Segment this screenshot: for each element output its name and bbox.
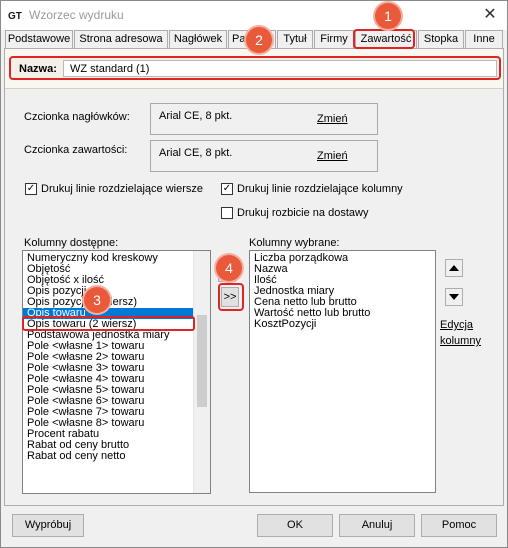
change-header-font-link[interactable]: Zmień: [317, 113, 348, 125]
preview-button[interactable]: Wypróbuj: [12, 514, 84, 537]
svg-text:GT: GT: [8, 11, 22, 22]
col-lines-checkbox[interactable]: ✓ Drukuj linie rozdzielające kolumny: [221, 183, 403, 195]
move-down-button[interactable]: [445, 288, 463, 306]
header-font-box: Arial CE, 8 pkt. Zmień: [150, 103, 378, 135]
row-lines-checkbox[interactable]: ✓ Drukuj linie rozdzielające wiersze: [25, 183, 203, 195]
available-columns-list[interactable]: Numeryczny kod kreskowy Objętość Objętoś…: [22, 250, 211, 494]
edit-columns-line1: Edycja: [440, 319, 474, 331]
tab-firmy[interactable]: Firmy: [314, 30, 354, 48]
header-font-value: Arial CE, 8 pkt.: [159, 110, 233, 122]
header-font-label: Czcionka nagłówków:: [24, 111, 130, 123]
tab-naglowek[interactable]: Nagłówek: [169, 30, 227, 48]
selected-columns-label: Kolumny wybrane:: [249, 237, 340, 249]
delivery-split-checkbox[interactable]: Drukuj rozbicie na dostawy: [221, 207, 368, 219]
name-band: Nazwa: WZ standard (1): [5, 49, 503, 89]
selected-items: Liczba porządkowa Nazwa Ilość Jednostka …: [250, 251, 435, 330]
unchecked-box-icon: [221, 207, 233, 219]
window-title: Wzorzec wydruku: [29, 8, 124, 22]
check-icon: ✓: [221, 183, 233, 195]
close-icon[interactable]: ✕: [479, 5, 501, 25]
tab-podstawowe[interactable]: Podstawowe: [5, 30, 73, 48]
tab-highlight-ring: [353, 29, 415, 49]
available-scrollbar[interactable]: [193, 251, 210, 493]
content-font-value: Arial CE, 8 pkt.: [159, 147, 233, 159]
tab-tytul[interactable]: Tytuł: [277, 30, 313, 48]
edit-columns-link[interactable]: Edycja kolumny: [440, 317, 481, 349]
selection-highlight-ring: [22, 316, 195, 331]
name-input[interactable]: WZ standard (1): [63, 60, 497, 77]
tab-inne[interactable]: Inne: [465, 30, 503, 48]
annotation-badge-3: 3: [84, 287, 110, 313]
col-lines-label: Drukuj linie rozdzielające kolumny: [237, 183, 403, 195]
name-highlight: Nazwa: WZ standard (1): [9, 56, 501, 80]
change-content-font-link[interactable]: Zmień: [317, 150, 348, 162]
edit-columns-line2: kolumny: [440, 335, 481, 347]
selected-columns-list[interactable]: Liczba porządkowa Nazwa Ilość Jednostka …: [249, 250, 436, 493]
list-item[interactable]: Rabat od ceny netto: [23, 451, 210, 462]
ok-button[interactable]: OK: [257, 514, 333, 537]
available-items: Numeryczny kod kreskowy Objętość Objętoś…: [23, 251, 210, 462]
annotation-badge-2: 2: [246, 27, 272, 53]
title-bar: GT Wzorzec wydruku ✕: [1, 1, 507, 30]
annotation-badge-1: 1: [375, 3, 401, 29]
tab-strona-adresowa[interactable]: Strona adresowa: [74, 30, 168, 48]
list-item[interactable]: KosztPozycji: [250, 319, 435, 330]
arrow-down-icon: [449, 294, 459, 300]
move-up-button[interactable]: [445, 259, 463, 277]
cancel-button[interactable]: Anuluj: [339, 514, 415, 537]
name-label: Nazwa:: [19, 63, 57, 75]
row-lines-label: Drukuj linie rozdzielające wiersze: [41, 183, 204, 195]
annotation-badge-4: 4: [216, 255, 242, 281]
delivery-split-label: Drukuj rozbicie na dostawy: [237, 207, 369, 219]
content-font-box: Arial CE, 8 pkt. Zmień: [150, 140, 378, 172]
available-columns-label: Kolumny dostępne:: [24, 237, 119, 249]
help-button[interactable]: Pomoc: [421, 514, 497, 537]
list-item[interactable]: Nazwa: [250, 264, 435, 275]
app-icon: GT: [8, 8, 22, 22]
print-template-dialog: GT Wzorzec wydruku ✕ Podstawowe Strona a…: [0, 0, 508, 548]
arrow-up-icon: [449, 265, 459, 271]
check-icon: ✓: [25, 183, 37, 195]
content-font-label: Czcionka zawartości:: [24, 144, 128, 156]
scroll-thumb[interactable]: [197, 315, 207, 407]
add-button-highlight-ring: [218, 283, 244, 311]
content-panel: Nazwa: WZ standard (1) Czcionka nagłówkó…: [4, 48, 504, 506]
tab-stopka[interactable]: Stopka: [418, 30, 464, 48]
